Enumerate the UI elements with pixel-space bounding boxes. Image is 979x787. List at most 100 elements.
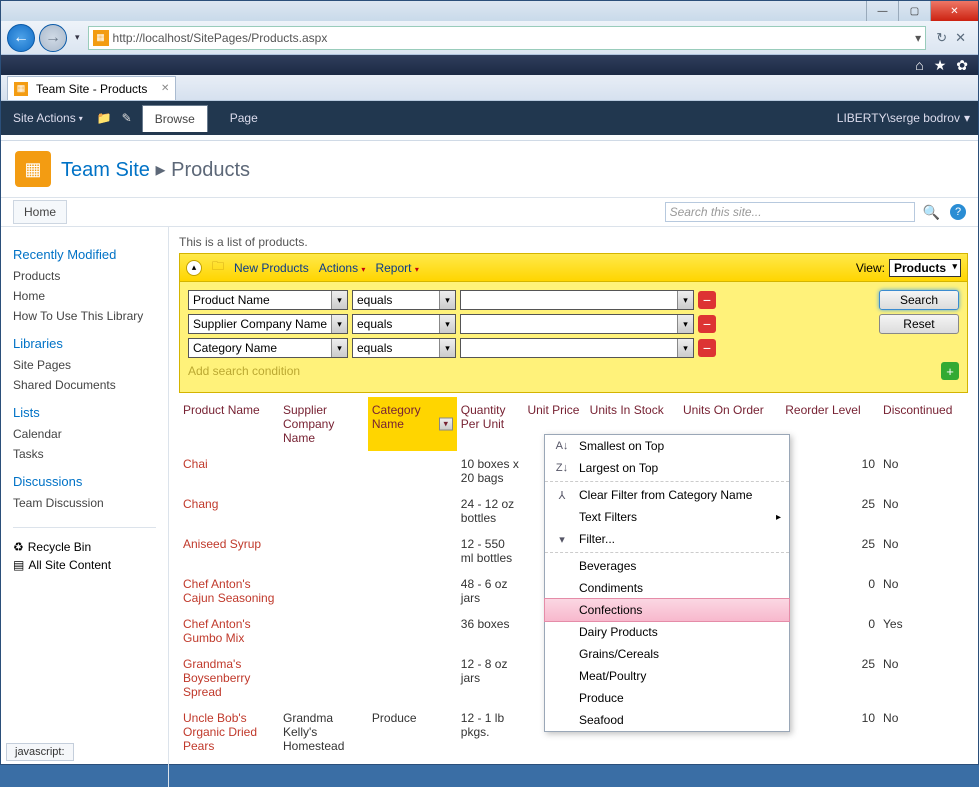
reset-button[interactable]: Reset [879,314,959,334]
clear-filter-icon: ⅄ [553,489,571,502]
filter-category-option[interactable]: Condiments [545,577,789,599]
back-button[interactable]: ← [7,24,35,52]
breadcrumb-separator: ▸ [156,159,172,181]
user-menu[interactable]: LIBERTY\serge bodrov▾ [837,101,970,135]
sidebar-heading-libraries: Libraries [13,336,156,351]
filter-value-input[interactable]: ▾ [460,314,694,334]
search-panel: Product Name▾equals▾▾−Supplier Company N… [179,282,968,393]
column-header[interactable]: Quantity Per Unit [457,397,524,451]
site-search-input[interactable]: Search this site... [665,202,915,222]
favorites-icon[interactable]: ★ [934,57,947,74]
column-header[interactable]: Discontinued [879,397,968,451]
site-logo[interactable]: ▦ [15,151,51,187]
filter-category-option[interactable]: Meat/Poultry [545,665,789,687]
funnel-icon: ▾ [553,533,571,546]
sort-descending[interactable]: Z↓Largest on Top [545,457,789,479]
filter-value-input[interactable]: ▾ [460,290,694,310]
remove-condition-button[interactable]: − [698,339,716,357]
filter-field-select[interactable]: Category Name▾ [188,338,348,358]
forward-button[interactable]: → [39,24,67,52]
top-nav: Home Search this site... 🔍 ? [1,197,978,227]
text-filters-submenu[interactable]: Text Filters▸ [545,506,789,528]
site-favicon: ▦ [93,30,109,46]
recycle-bin-link[interactable]: ♻Recycle Bin [13,540,156,554]
page-title: Products [171,159,250,181]
content-icon: ▤ [13,558,24,572]
list-toolbar: ▴ 🗀 New Products Actions ▾ Report ▾ View… [179,253,968,282]
column-dropdown-icon[interactable]: ▾ [439,418,453,431]
column-header[interactable]: Category Name▾ [368,397,457,451]
stop-button[interactable]: ✕ [955,30,966,46]
folder-icon: 🗀 [212,257,224,278]
minimize-button[interactable]: — [866,1,898,21]
view-selector[interactable]: Products [889,259,961,277]
sidebar-discussion-item[interactable]: Team Discussion [13,493,156,513]
browser-tab[interactable]: ▦ Team Site - Products ✕ [7,76,176,100]
actions-menu[interactable]: Actions ▾ [319,261,366,275]
topnav-home[interactable]: Home [13,200,67,224]
sidebar-list-item[interactable]: Calendar [13,424,156,444]
address-bar[interactable]: ▦ http://localhost/SitePages/Products.as… [88,26,927,50]
list-description: This is a list of products. [179,235,968,249]
sharepoint-ribbon: Site Actions▾ 📁 ✎ Browse Page LIBERTY\se… [1,101,978,135]
filter-category-option[interactable]: Grains/Cereals [545,643,789,665]
sidebar-list-item[interactable]: Tasks [13,444,156,464]
filter-field-select[interactable]: Supplier Company Name▾ [188,314,348,334]
filter-field-select[interactable]: Product Name▾ [188,290,348,310]
filter-category-option[interactable]: Dairy Products [545,621,789,643]
column-header[interactable]: Product Name [179,397,279,451]
ribbon-tab-page[interactable]: Page [218,105,270,131]
sidebar-library-item[interactable]: Site Pages [13,355,156,375]
nav-history-dropdown[interactable]: ▾ [71,32,84,43]
sidebar-recent-item[interactable]: Home [13,286,156,306]
report-menu[interactable]: Report ▾ [375,261,418,275]
sidebar-library-item[interactable]: Shared Documents [13,375,156,395]
filter-category-option[interactable]: Confections [544,598,790,622]
tab-close-icon[interactable]: ✕ [161,83,169,94]
remove-condition-button[interactable]: − [698,291,716,309]
sidebar-recent-item[interactable]: Products [13,266,156,286]
search-button[interactable]: Search [879,290,959,310]
filter-operator-select[interactable]: equals▾ [352,338,456,358]
help-icon[interactable]: ? [950,204,966,220]
filter-value-input[interactable]: ▾ [460,338,694,358]
filter-category-option[interactable]: Seafood [545,709,789,731]
filter-operator-select[interactable]: equals▾ [352,314,456,334]
column-header[interactable]: Supplier Company Name [279,397,368,451]
main-content: This is a list of products. ▴ 🗀 New Prod… [169,227,978,787]
filter-dialog[interactable]: ▾Filter... [545,528,789,550]
url-text: http://localhost/SitePages/Products.aspx [113,31,328,45]
tab-title: Team Site - Products [36,82,147,96]
filter-category-option[interactable]: Produce [545,687,789,709]
browser-nav-bar: ← → ▾ ▦ http://localhost/SitePages/Produ… [1,21,978,55]
navigate-up-icon[interactable]: 📁 [97,111,112,125]
all-site-content-link[interactable]: ▤All Site Content [13,558,156,572]
address-dropdown-icon[interactable]: ▾ [915,31,921,45]
view-label: View: [856,261,885,275]
add-condition-hint[interactable]: Add search condition [188,364,937,378]
clear-filter[interactable]: ⅄Clear Filter from Category Name [545,481,789,506]
column-header[interactable]: Reorder Level [781,397,879,451]
filter-operator-select[interactable]: equals▾ [352,290,456,310]
ribbon-tab-browse[interactable]: Browse [142,105,208,132]
column-filter-menu: A↓Smallest on Top Z↓Largest on Top ⅄Clea… [544,434,790,732]
sort-desc-icon: Z↓ [553,462,571,474]
site-actions-menu[interactable]: Site Actions▾ [9,101,87,135]
edit-page-icon[interactable]: ✎ [122,111,132,125]
filter-category-option[interactable]: Beverages [545,555,789,577]
add-condition-button[interactable]: + [941,362,959,380]
sidebar-heading-recent: Recently Modified [13,247,156,262]
collapse-toggle[interactable]: ▴ [186,260,202,276]
maximize-button[interactable]: ▢ [898,1,930,21]
new-products-link[interactable]: New Products [234,261,309,275]
tools-icon[interactable]: ✿ [956,57,968,74]
sidebar-recent-item[interactable]: How To Use This Library [13,306,156,326]
quick-launch-sidebar: Recently Modified ProductsHomeHow To Use… [1,227,169,787]
sort-ascending[interactable]: A↓Smallest on Top [545,435,789,457]
search-icon[interactable]: 🔍 [923,204,940,221]
remove-condition-button[interactable]: − [698,315,716,333]
home-icon[interactable]: ⌂ [915,57,923,73]
refresh-button[interactable]: ↻ [936,30,947,46]
close-button[interactable]: ✕ [930,1,978,21]
breadcrumb-site[interactable]: Team Site [61,159,150,181]
